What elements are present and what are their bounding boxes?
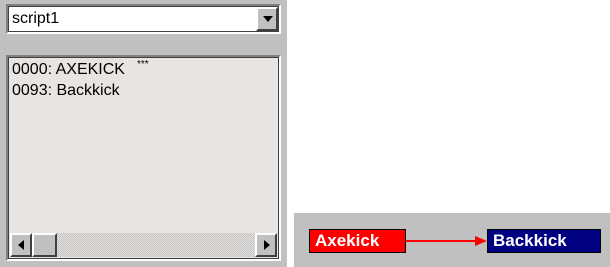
flow-diagram: Axekick Backkick: [294, 213, 610, 267]
list-item-label: 0000: AXEKICK: [12, 61, 125, 78]
arrow-right-icon: [475, 236, 487, 246]
list-item[interactable]: 0000: AXEKICK ***: [12, 59, 275, 80]
scroll-left-button[interactable]: [10, 233, 32, 257]
scrollbar-thumb[interactable]: [32, 233, 57, 257]
script-selector-value: script1: [12, 10, 60, 27]
list-item-label: 0093: Backkick: [12, 82, 120, 99]
list-item-marker: ***: [136, 59, 149, 70]
flow-node-backkick[interactable]: Backkick: [487, 229, 601, 253]
script-selector[interactable]: script1: [6, 4, 281, 34]
scroll-right-button[interactable]: [255, 233, 277, 257]
scroll-right-arrow-icon: [264, 240, 270, 250]
horizontal-scrollbar[interactable]: [10, 233, 277, 257]
scroll-left-arrow-icon: [18, 240, 24, 250]
script-list[interactable]: 0000: AXEKICK *** 0093: Backkick: [6, 55, 281, 261]
flow-node-axekick[interactable]: Axekick: [309, 229, 406, 253]
dropdown-button[interactable]: [256, 7, 278, 31]
script-panel: script1 0000: AXEKICK *** 0093: Backkick: [0, 0, 287, 267]
script-list-items: 0000: AXEKICK *** 0093: Backkick: [12, 59, 275, 101]
chevron-down-icon: [263, 16, 273, 22]
flow-connector-line: [406, 240, 478, 242]
list-item[interactable]: 0093: Backkick: [12, 80, 275, 101]
